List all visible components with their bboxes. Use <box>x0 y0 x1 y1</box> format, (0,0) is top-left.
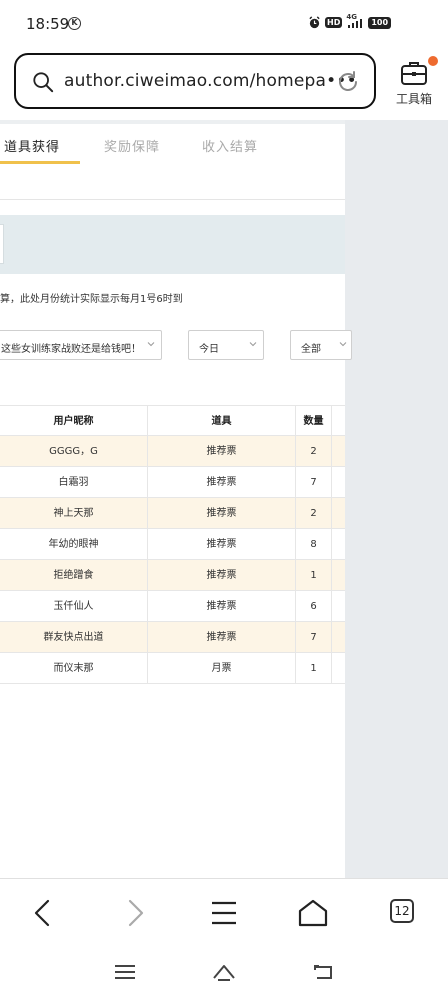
forward-icon[interactable] <box>120 897 152 929</box>
info-banner <box>0 215 345 274</box>
table-row: 白霜羽 推荐票 7 <box>0 467 345 498</box>
tab-count-button[interactable]: 12 <box>390 899 414 923</box>
cell-qty: 1 <box>296 653 332 684</box>
browser-bottom-nav <box>0 878 448 946</box>
k-badge-icon: K <box>68 17 81 30</box>
cell-qty: 6 <box>296 591 332 622</box>
book-select[interactable]: 这些女训练家战败还是给钱吧！ <box>0 330 162 360</box>
cell-qty: 2 <box>296 498 332 529</box>
system-home-icon[interactable] <box>212 962 236 982</box>
page-top-divider <box>0 120 345 124</box>
table-row: 年幼的眼神 推荐票 8 <box>0 529 345 560</box>
cell-user: 群友快点出道 <box>0 622 148 653</box>
chevron-down-icon <box>339 342 347 347</box>
system-nav-bar <box>0 946 448 999</box>
date-select[interactable]: 今日 <box>188 330 264 360</box>
cell-qty: 7 <box>296 622 332 653</box>
cell-user: 神上天那 <box>0 498 148 529</box>
toolbox-label: 工具箱 <box>395 92 432 106</box>
recent-apps-icon[interactable] <box>113 962 137 982</box>
status-time: 18:59 <box>26 15 70 33</box>
cell-qty: 8 <box>296 529 332 560</box>
table-row: 玉仟仙人 推荐票 6 <box>0 591 345 622</box>
cell-item: 推荐票 <box>148 498 296 529</box>
type-select-value: 全部 <box>301 344 321 355</box>
chevron-down-icon <box>249 342 257 347</box>
chevron-down-icon <box>147 342 155 347</box>
table-row: 群友快点出道 推荐票 7 <box>0 622 345 653</box>
cell-qty: 2 <box>296 436 332 467</box>
home-icon[interactable] <box>297 897 329 929</box>
system-back-icon[interactable] <box>311 962 335 982</box>
cell-item: 推荐票 <box>148 622 296 653</box>
table-row: 拒绝蹭食 推荐票 1 <box>0 560 345 591</box>
battery-icon: 100 <box>368 16 392 29</box>
date-select-value: 今日 <box>199 344 219 355</box>
url-text[interactable]: author.ciweimao.com/homepa••• <box>64 71 357 91</box>
cell-user: 年幼的眼神 <box>0 529 148 560</box>
tab-reward-guarantee[interactable]: 奖励保障 <box>104 136 160 155</box>
notice-text: 算，此处月份统计实际显示每月1号6时到 <box>0 294 183 305</box>
cell-item: 月票 <box>148 653 296 684</box>
hd-badge-icon: HD <box>325 17 343 28</box>
cell-item: 推荐票 <box>148 560 296 591</box>
cell-user: 而仪末那 <box>0 653 148 684</box>
alarm-icon <box>309 16 320 29</box>
reload-icon[interactable] <box>336 70 360 94</box>
search-icon <box>33 72 54 93</box>
header-user: 用户昵称 <box>0 406 148 437</box>
table-row: 而仪末那 月票 1 <box>0 653 345 684</box>
status-icons: HD 4G 100 <box>308 13 392 29</box>
banner-tab[interactable] <box>0 224 4 264</box>
status-bar: 18:59 K HD 4G 100 <box>0 0 448 44</box>
table-row: 神上天那 推荐票 2 <box>0 498 345 529</box>
notification-dot <box>428 56 438 66</box>
cell-qty: 7 <box>296 467 332 498</box>
address-bar[interactable]: author.ciweimao.com/homepa••• <box>14 53 376 109</box>
toolbox-icon <box>401 62 427 85</box>
cell-user: 玉仟仙人 <box>0 591 148 622</box>
cell-user: GGGG，G <box>0 436 148 467</box>
active-tab-indicator <box>0 161 80 164</box>
cell-user: 拒绝蹭食 <box>0 560 148 591</box>
cell-user: 白霜羽 <box>0 467 148 498</box>
table-header: 用户昵称 道具 数量 <box>0 405 345 437</box>
cell-qty: 1 <box>296 560 332 591</box>
cell-item: 推荐票 <box>148 529 296 560</box>
tab-divider <box>0 199 345 200</box>
type-select[interactable]: 全部 <box>290 330 352 360</box>
cell-item: 推荐票 <box>148 591 296 622</box>
cell-item: 推荐票 <box>148 467 296 498</box>
cell-item: 推荐票 <box>148 436 296 467</box>
book-select-value: 这些女训练家战败还是给钱吧！ <box>1 344 141 355</box>
page-side-background <box>345 120 448 878</box>
signal-icon: 4G <box>346 13 364 29</box>
tab-income-settlement[interactable]: 收入结算 <box>202 136 258 155</box>
menu-icon[interactable] <box>208 897 240 929</box>
table-row: GGGG，G 推荐票 2 <box>0 436 345 467</box>
back-icon[interactable] <box>28 897 60 929</box>
header-qty: 数量 <box>296 406 332 437</box>
tab-item-acquired[interactable]: 道具获得 <box>4 136 60 155</box>
header-item: 道具 <box>148 406 296 437</box>
